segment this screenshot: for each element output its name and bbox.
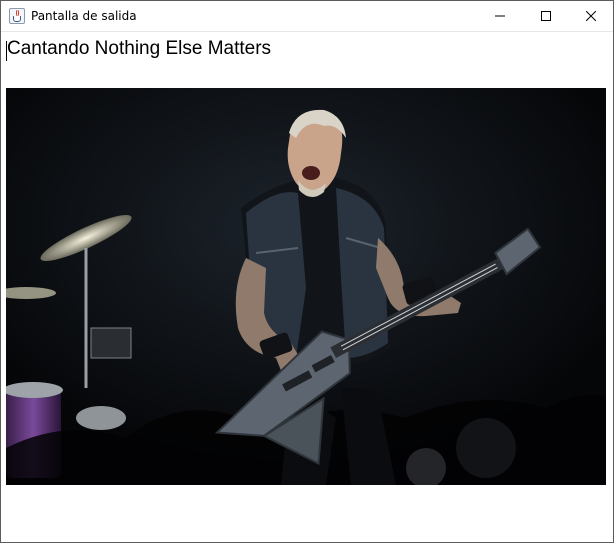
window-title: Pantalla de salida xyxy=(31,9,137,23)
app-window: Pantalla de salida Cantando Nothing Else… xyxy=(0,0,614,543)
maximize-icon xyxy=(541,11,551,21)
minimize-icon xyxy=(495,15,505,17)
close-icon xyxy=(586,11,596,21)
java-cup-icon xyxy=(9,8,25,24)
close-button[interactable] xyxy=(568,1,613,32)
guitarist-illustration xyxy=(6,88,606,485)
headline-text[interactable]: Cantando Nothing Else Matters xyxy=(7,38,271,60)
concert-photo xyxy=(6,88,606,485)
maximize-button[interactable] xyxy=(523,1,569,32)
minimize-button[interactable] xyxy=(477,1,523,32)
title-bar[interactable]: Pantalla de salida xyxy=(1,1,613,32)
